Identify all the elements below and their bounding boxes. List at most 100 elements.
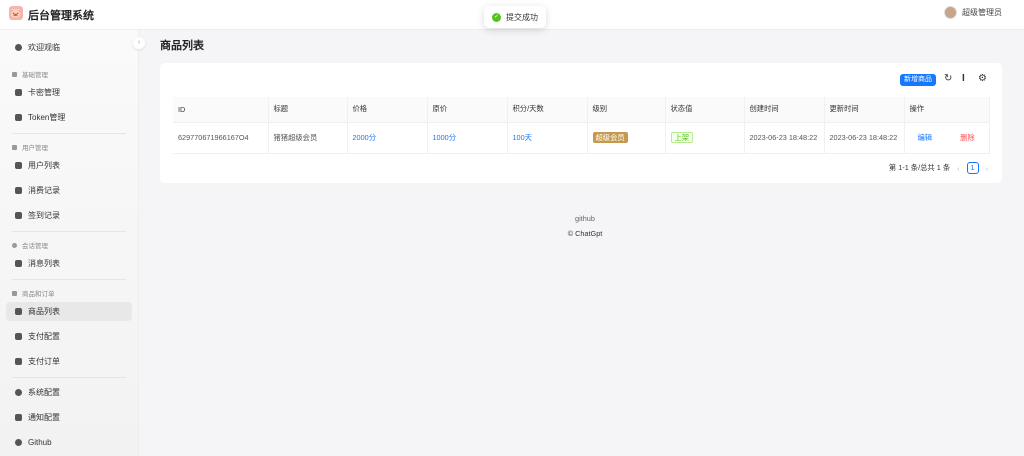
pay-icon [15,333,22,340]
shop-icon [15,308,22,315]
id-card-icon [15,162,22,169]
user-menu[interactable]: 超级管理员 [944,6,1002,19]
collapse-sidebar-button[interactable]: ‹ [133,37,145,49]
sidebar-item-welcome[interactable]: 欢迎观临 [6,38,132,57]
group-users: 用户管理 [12,142,48,152]
user-name: 超级管理员 [962,8,1002,17]
page-title: 商品列表 [160,40,204,52]
setting-icon[interactable]: ⚙ [978,73,987,84]
next-page-button[interactable]: › [986,164,988,173]
group-label: 用户管理 [22,145,48,152]
message-icon [12,242,17,248]
sidebar-item-consume[interactable]: 消费记录 [6,181,132,200]
column-header: ID [173,97,269,123]
megaphone-icon [15,414,22,421]
cluster-icon [12,290,17,296]
sidebar-item-label: 支付订单 [28,357,60,366]
github-icon [15,439,22,446]
sidebar-item-orders[interactable]: 支付订单 [6,352,132,371]
cell-status: 上架 [665,122,745,154]
calendar-icon [15,212,22,219]
sidebar-item-syscfg[interactable]: 系统配置 [6,383,132,402]
lock-icon [15,89,22,96]
column-header: 创建时间 [744,97,825,123]
sidebar-item-label: 消费记录 [28,186,60,195]
sidebar-item-label: 用户列表 [28,161,60,170]
sidebar-item-notify[interactable]: 通知配置 [6,408,132,427]
column-header: 更新时间 [824,97,905,123]
column-header: 积分/天数 [507,97,588,123]
sidebar-item-label: 通知配置 [28,413,60,422]
pagination: 第 1-1 条/总共 1 条 ‹ 1 › [889,162,988,174]
cell-title: 猪猪超级会员 [268,122,348,154]
footer-copyright: © ChatGpt [567,229,603,238]
column-header: 原价 [427,97,508,123]
avatar [944,6,957,19]
team-icon [12,144,17,150]
gear-icon [15,389,22,396]
file-icon [15,260,22,267]
delete-link[interactable]: 删除 [960,133,975,142]
cell-level: 超级会员 [587,122,666,154]
pagination-summary: 第 1-1 条/总共 1 条 [888,163,951,172]
shield-icon [15,114,22,121]
sidebar-item-label: 支付配置 [28,332,60,341]
column-header: 操作 [904,97,990,123]
cell-id: 629770671966167O4 [173,122,269,154]
sidebar-item-users[interactable]: 用户列表 [6,156,132,175]
divider [12,279,126,280]
product-table-card: 新增商品 ↻ I ⚙ ID 标题 价格 原价 积分/天数 级别 状态值 创建时间… [160,63,1002,183]
column-height-icon[interactable]: I [962,73,965,84]
sidebar-item-label: 商品列表 [28,307,60,316]
sidebar-item-paycfg[interactable]: 支付配置 [6,327,132,346]
table-row: 629770671966167O4 猪猪超级会员 2000分 1000分 100… [173,122,990,154]
divider [12,377,126,378]
sidebar-item-card[interactable]: 卡密管理 [6,83,132,102]
table-header-row: ID 标题 价格 原价 积分/天数 级别 状态值 创建时间 更新时间 操作 [173,97,990,123]
cell-price: 2000分 [347,122,428,154]
group-label: 基础管理 [22,72,48,79]
reload-icon[interactable]: ↻ [944,73,952,84]
column-header: 价格 [347,97,428,123]
check-circle-icon: ✓ [492,12,501,22]
sidebar-item-messages[interactable]: 消息列表 [6,254,132,273]
app-title: 后台管理系统 [28,10,94,22]
sidebar-item-token[interactable]: Token管理 [6,108,132,127]
footer-github-link[interactable]: github [540,214,630,223]
divider [12,231,126,232]
sidebar-item-label: 消息列表 [28,259,60,268]
cell-original-price: 1000分 [427,122,508,154]
user-icon [12,71,17,77]
prev-page-button[interactable]: ‹ [957,164,959,173]
cell-updated: 2023-06-23 18:48:22 [824,122,905,154]
group-sessions: 会话管理 [12,240,48,250]
toast-text: 提交成功 [506,12,538,22]
smile-icon [15,44,22,51]
page-1-button[interactable]: 1 [966,162,979,174]
logo-icon: 🐷 [9,6,23,20]
column-header: 级别 [587,97,666,123]
column-header: 状态值 [665,97,745,123]
sidebar-item-label: Token管理 [28,113,66,122]
sidebar-item-label: Github [28,438,52,447]
edit-link[interactable]: 编辑 [918,133,933,142]
sidebar-item-products[interactable]: 商品列表 [6,302,132,321]
level-badge: 超级会员 [592,131,628,143]
success-toast: ✓ 提交成功 [484,6,546,28]
group-products: 商品和订单 [12,288,55,298]
group-label: 会话管理 [22,243,48,250]
status-badge: 上架 [670,131,694,143]
sidebar-item-github[interactable]: Github [6,433,132,452]
column-header: 标题 [268,97,348,123]
sidebar-item-label: 欢迎观临 [28,43,60,52]
sidebar-item-label: 卡密管理 [28,88,60,97]
shopping-icon [15,187,22,194]
group-label: 商品和订单 [22,291,55,298]
sidebar-item-label: 系统配置 [28,388,60,397]
add-product-button[interactable]: 新增商品 [900,74,936,86]
wallet-icon [15,358,22,365]
cell-points: 100天 [507,122,588,154]
group-basic: 基础管理 [12,69,48,79]
divider [12,133,126,134]
sidebar-item-signin[interactable]: 签到记录 [6,206,132,225]
